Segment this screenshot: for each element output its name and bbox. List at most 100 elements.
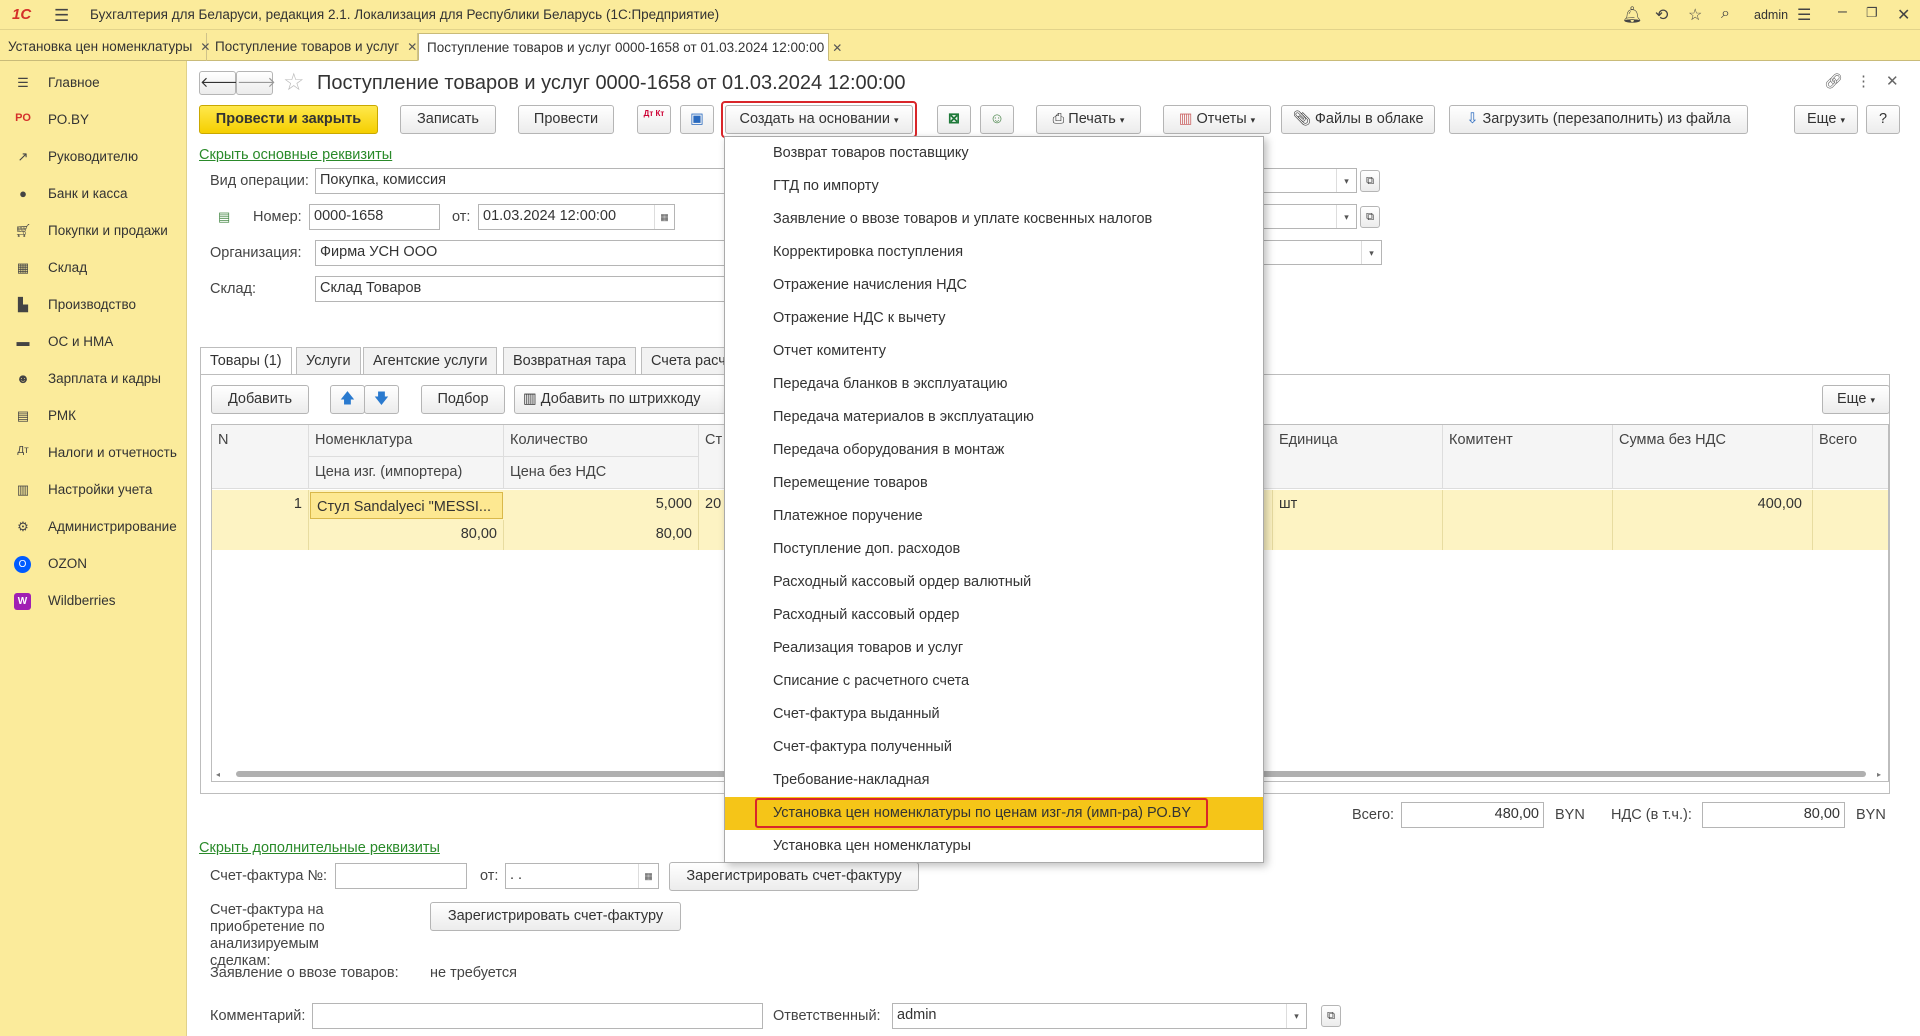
menu-item[interactable]: Счет-фактура выданный [725,698,1263,731]
save-button[interactable]: Записать [400,105,496,134]
sidebar-item-bank[interactable]: ● Банк и касса [0,176,187,213]
tab-receipts-list[interactable]: Поступление товаров и услуг ✕ [207,33,418,61]
sidebar-item-main[interactable]: ☰ Главное [0,65,187,102]
register-invoice-button[interactable]: Зарегистрировать счет-фактуру [669,862,919,891]
print-button[interactable]: ⎙ Печать ▾ [1036,105,1141,134]
star-icon[interactable]: ☆ [1688,5,1702,25]
post-and-close-button[interactable]: Провести и закрыть [199,105,378,134]
cell-nomenclature[interactable]: Стул Sandalyeci "MESSI... [310,492,503,519]
close-icon[interactable]: ✕ [1897,5,1910,25]
open-icon[interactable]: ⧉ [1360,206,1380,228]
link-icon[interactable]: 🔗︎ [1824,72,1843,90]
dropdown-arrow-icon[interactable]: ▾ [1336,205,1356,228]
field-right-2[interactable]: ▾ [1262,204,1357,229]
menu-item[interactable]: Отражение начисления НДС [725,269,1263,302]
more-button[interactable]: Еще ▾ [1794,105,1858,134]
grid-more-button[interactable]: Еще ▾ [1822,385,1890,414]
sidebar-item-assets[interactable]: ▬ ОС и НМА [0,324,187,361]
restore-icon[interactable]: ❐ [1866,5,1878,21]
sidebar-item-ro[interactable]: РО РО.BY [0,102,187,139]
number-field[interactable]: 0000-1658 [309,204,440,230]
minimize-icon[interactable]: – [1838,3,1847,21]
scroll-right-icon[interactable]: ▸ [1877,770,1881,779]
structure-button[interactable]: ▣ [680,105,714,134]
move-down-button[interactable]: 🡇 [364,385,399,414]
history-icon[interactable]: ⟲ [1655,5,1668,25]
create-based-on-button[interactable]: Создать на основании ▾ [725,105,913,134]
scroll-left-icon[interactable]: ◂ [216,770,220,779]
add-row-button[interactable]: Добавить [211,385,309,414]
excel-button[interactable]: ⊠ [937,105,971,134]
cell-qty[interactable]: 5,000 [504,490,699,520]
menu-item[interactable]: Возврат товаров поставщику [725,137,1263,170]
select-button[interactable]: Подбор [421,385,505,414]
operation-field-tail[interactable]: ▾ [1262,168,1357,193]
tab-returnable-packaging[interactable]: Возвратная тара [503,347,636,375]
col-header-unit[interactable]: Единица [1273,425,1443,489]
main-menu-icon[interactable]: ☰ [54,6,69,26]
close-tab-icon[interactable]: ✕ [832,41,842,55]
bell-icon[interactable]: 🔔︎ [1622,5,1642,25]
tab-receipt-document[interactable]: Поступление товаров и услуг 0000-1658 от… [418,33,842,61]
col-header-price[interactable]: Цена без НДС [504,457,699,489]
forward-button[interactable]: 🡒 [236,71,276,95]
back-button[interactable]: 🡐 [199,71,239,95]
settings-menu-icon[interactable]: ☰ [1797,5,1811,25]
tab-goods[interactable]: Товары (1) [200,347,292,375]
calendar-icon[interactable]: ▦ [638,864,658,888]
add-by-barcode-button[interactable]: ▥ Добавить по штрихкоду [514,385,726,414]
col-header-n[interactable]: N [212,425,309,489]
close-tab-icon[interactable]: ✕ [407,40,417,54]
col-header-committent[interactable]: Комитент [1443,425,1613,489]
menu-item[interactable]: Перемещение товаров [725,467,1263,500]
menu-item[interactable]: Требование-накладная [725,764,1263,797]
tab-agent-services[interactable]: Агентские услуги [363,347,498,375]
post-button[interactable]: Провести [518,105,614,134]
sidebar-item-rmk[interactable]: ▤ РМК [0,398,187,435]
sidebar-item-wildberries[interactable]: W Wildberries [0,583,187,620]
field-right-3[interactable]: ▾ [1262,240,1382,265]
cell-price[interactable]: 80,00 [504,520,699,550]
menu-item[interactable]: Передача материалов в эксплуатацию [725,401,1263,434]
search-icon[interactable]: ⌕ [1721,5,1730,23]
cloud-files-button[interactable]: 📎︎ Файлы в облаке [1281,105,1435,134]
sidebar-item-warehouse[interactable]: ▦ Склад [0,250,187,287]
sidebar-item-admin[interactable]: ⚙ Администрирование [0,509,187,546]
tab-settlement-accounts[interactable]: Счета расч [641,347,731,375]
sidebar-item-taxes[interactable]: Дт Налоги и отчетность [0,435,187,472]
cell-mfr-price[interactable]: 80,00 [309,520,504,550]
open-icon[interactable]: ⧉ [1321,1005,1341,1027]
sidebar-item-salary[interactable]: ☻ Зарплата и кадры [0,361,187,398]
user-doc-button[interactable]: ☺ [980,105,1014,134]
close-form-icon[interactable]: ✕ [1886,72,1899,90]
responsible-field[interactable]: admin ▾ [892,1003,1307,1029]
move-up-button[interactable]: 🡅 [330,385,365,414]
organization-field[interactable]: Фирма УСН ООО [315,240,725,266]
date-field[interactable]: 01.03.2024 12:00:00 ▦ [478,204,675,230]
comment-field[interactable] [312,1003,763,1029]
reports-button[interactable]: ▥ Отчеты ▾ [1163,105,1271,134]
menu-item[interactable]: Отражение НДС к вычету [725,302,1263,335]
load-from-file-button[interactable]: ⇩ Загрузить (перезаполнить) из файла [1449,105,1748,134]
cell-total[interactable] [1813,490,1888,550]
calendar-icon[interactable]: ▦ [654,205,674,229]
cell-unit[interactable]: шт [1273,490,1443,550]
menu-item[interactable]: Поступление доп. расходов [725,533,1263,566]
menu-item[interactable]: Передача оборудования в монтаж [725,434,1263,467]
user-name[interactable]: admin [1754,8,1788,22]
menu-item[interactable]: ГТД по импорту [725,170,1263,203]
menu-item[interactable]: Платежное поручение [725,500,1263,533]
col-header-sum-no-vat[interactable]: Сумма без НДС [1613,425,1813,489]
dropdown-arrow-icon[interactable]: ▾ [1361,241,1381,264]
dtkt-button[interactable]: Дт Кт [637,105,671,134]
col-header-mfr-price[interactable]: Цена изг. (импортера) [309,457,504,489]
tab-price-setting[interactable]: Установка цен номенклатуры ✕ [0,33,210,61]
menu-item[interactable]: Реализация товаров и услуг [725,632,1263,665]
menu-item[interactable]: Установка цен номенклатуры [725,830,1263,863]
operation-field[interactable]: Покупка, комиссия [315,168,725,194]
hide-additional-details-link[interactable]: Скрыть дополнительные реквизиты [199,840,440,856]
sidebar-item-settings[interactable]: ▥ Настройки учета [0,472,187,509]
sidebar-item-ozon[interactable]: O OZON [0,546,187,583]
register-purchase-invoice-button[interactable]: Зарегистрировать счет-фактуру [430,902,681,931]
col-header-qty[interactable]: Количество [504,425,699,457]
